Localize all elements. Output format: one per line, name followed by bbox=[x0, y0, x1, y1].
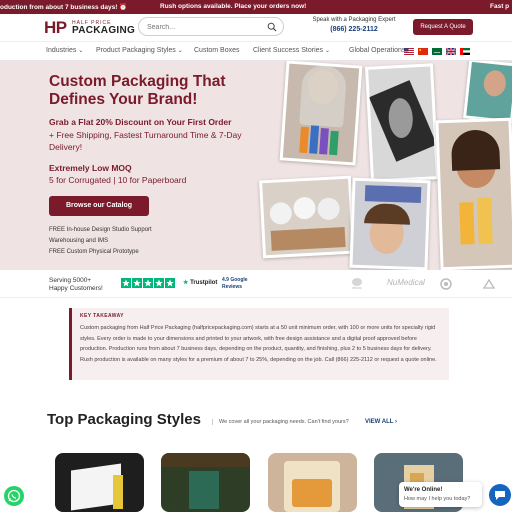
star-icon bbox=[132, 278, 142, 288]
rating-line: Reviews bbox=[222, 284, 243, 290]
trustpilot-logo[interactable]: ★ Trustpilot bbox=[183, 279, 217, 286]
search-box bbox=[138, 17, 284, 36]
rating-line: 4.9 Google bbox=[222, 277, 248, 283]
nav-item-industries[interactable]: Industries ⌄ bbox=[46, 47, 83, 54]
hero-offer: Grab a Flat 20% Discount on Your First O… bbox=[49, 117, 232, 127]
hero-moq-heading: Extremely Low MOQ bbox=[49, 163, 132, 173]
hero-feature: FREE In-house Design Studio Support bbox=[49, 227, 152, 233]
packaging-card-green-box[interactable] bbox=[161, 453, 250, 512]
nav-item-label: Custom Boxes bbox=[194, 47, 240, 54]
view-all-link[interactable]: VIEW ALL › bbox=[365, 419, 397, 425]
us-flag-icon[interactable] bbox=[404, 48, 414, 55]
product-photo-mailers bbox=[259, 175, 355, 259]
hero-feature: FREE Custom Physical Prototype bbox=[49, 249, 139, 255]
chat-launcher-button[interactable] bbox=[489, 484, 511, 506]
google-rating-link[interactable]: 4.9 Google Reviews bbox=[222, 277, 248, 291]
uk-flag-icon[interactable] bbox=[446, 48, 456, 55]
customer-photo-tubes bbox=[435, 117, 512, 270]
nav-item-global-operations: Global Operations: bbox=[349, 47, 407, 54]
chat-greeting[interactable]: We're Online! How may I help you today? bbox=[399, 482, 482, 507]
announcement-bar: oduction from about 7 business days! ⏰ R… bbox=[0, 0, 512, 14]
customer-photo-boxes bbox=[279, 61, 363, 166]
site-header: HP HALF PRICE PACKAGING Speak with a Pac… bbox=[0, 14, 512, 41]
client-name: deuxo bbox=[352, 286, 362, 290]
request-quote-button[interactable]: Request A Quote bbox=[413, 19, 473, 35]
star-icon bbox=[143, 278, 153, 288]
chat-prompt: How may I help you today? bbox=[404, 496, 471, 502]
uae-flag-icon[interactable] bbox=[460, 48, 470, 55]
logo-mark: HP bbox=[44, 18, 67, 37]
chevron-down-icon: ⌄ bbox=[177, 48, 183, 54]
serving-line: Happy Customers! bbox=[49, 285, 103, 292]
chevron-down-icon: ⌄ bbox=[325, 48, 331, 54]
hero-offer-details: + Free Shipping, Fastest Turnaround Time… bbox=[49, 130, 242, 152]
chevron-right-icon: › bbox=[395, 419, 398, 425]
packaging-card-pouch[interactable] bbox=[268, 453, 357, 512]
customer-photo-selfie bbox=[349, 177, 431, 270]
announcement-text-center: Rush options available. Place your order… bbox=[160, 3, 307, 10]
key-takeaway-heading: KEY TAKEAWAY bbox=[80, 313, 124, 319]
search-icon[interactable] bbox=[267, 22, 277, 32]
hero-feature: Warehousing and IMS bbox=[49, 238, 109, 244]
trustpilot-label: Trustpilot bbox=[190, 280, 218, 286]
client-logo-numedical: NuMedical bbox=[387, 278, 425, 287]
china-flag-icon[interactable] bbox=[418, 48, 428, 55]
whatsapp-button[interactable] bbox=[4, 486, 24, 506]
logo-bottom-text: PACKAGING bbox=[72, 25, 136, 36]
serving-line: Serving 5000+ bbox=[49, 277, 92, 284]
section-subtitle: We cover all your packaging needs. Can't… bbox=[212, 419, 349, 425]
chevron-down-icon: ⌄ bbox=[78, 48, 84, 54]
serving-count: Serving 5000+ Happy Customers! bbox=[49, 277, 103, 293]
hero-title: Custom Packaging That Defines Your Brand… bbox=[49, 73, 226, 108]
key-takeaway-box: KEY TAKEAWAY Custom packaging from Half … bbox=[69, 308, 449, 380]
view-all-label: VIEW ALL bbox=[365, 419, 394, 425]
nav-item-label: Global Operations: bbox=[349, 47, 408, 54]
hero-section: Custom Packaging That Defines Your Brand… bbox=[0, 61, 512, 270]
nav-item-custom-boxes[interactable]: Custom Boxes bbox=[194, 47, 240, 54]
nav-item-label: Industries bbox=[46, 47, 77, 54]
key-takeaway-text: Custom packaging from Half Price Packagi… bbox=[80, 325, 437, 363]
nav-item-packaging-styles[interactable]: Product Packaging Styles ⌄ bbox=[96, 47, 183, 54]
client-logo-mark bbox=[482, 278, 496, 289]
product-photo-sleeve bbox=[365, 63, 439, 183]
chat-status: We're Online! bbox=[404, 487, 443, 493]
whatsapp-icon bbox=[7, 489, 21, 503]
star-icon bbox=[121, 278, 131, 288]
nav-item-label: Product Packaging Styles bbox=[96, 47, 176, 54]
expert-contact: Speak with a Packaging Expert (866) 225-… bbox=[306, 17, 402, 33]
star-icon bbox=[154, 278, 164, 288]
nav-item-label: Client Success Stories bbox=[253, 47, 324, 54]
chat-icon bbox=[495, 491, 505, 500]
client-logo-circle bbox=[440, 278, 452, 290]
customer-photo-corner bbox=[463, 61, 512, 124]
nav-item-success-stories[interactable]: Client Success Stories ⌄ bbox=[253, 47, 330, 54]
packaging-card-mailer[interactable] bbox=[55, 453, 144, 512]
saudi-flag-icon[interactable] bbox=[432, 48, 442, 55]
site-logo[interactable]: HP HALF PRICE PACKAGING bbox=[44, 18, 135, 38]
expert-label: Speak with a Packaging Expert bbox=[312, 17, 396, 23]
star-icon bbox=[165, 278, 175, 288]
trustpilot-star-icon: ★ bbox=[183, 280, 189, 286]
section-title: Top Packaging Styles bbox=[47, 411, 201, 428]
expert-phone-link[interactable]: (866) 225-2112 bbox=[306, 26, 402, 33]
announcement-text-right: Fast p bbox=[490, 3, 510, 10]
announcement-text-left: oduction from about 7 business days! ⏰ bbox=[0, 4, 128, 11]
client-logo-deuxo: deuxo bbox=[346, 278, 368, 292]
browse-catalog-button[interactable]: Browse our Catalog bbox=[49, 196, 149, 216]
main-nav: Industries ⌄ Product Packaging Styles ⌄ Cu… bbox=[0, 41, 512, 61]
trust-strip: Serving 5000+ Happy Customers! ★ Trustpi… bbox=[0, 270, 512, 298]
search-input[interactable] bbox=[147, 20, 265, 34]
hero-moq-details: 5 for Corrugated | 10 for Paperboard bbox=[49, 175, 187, 185]
